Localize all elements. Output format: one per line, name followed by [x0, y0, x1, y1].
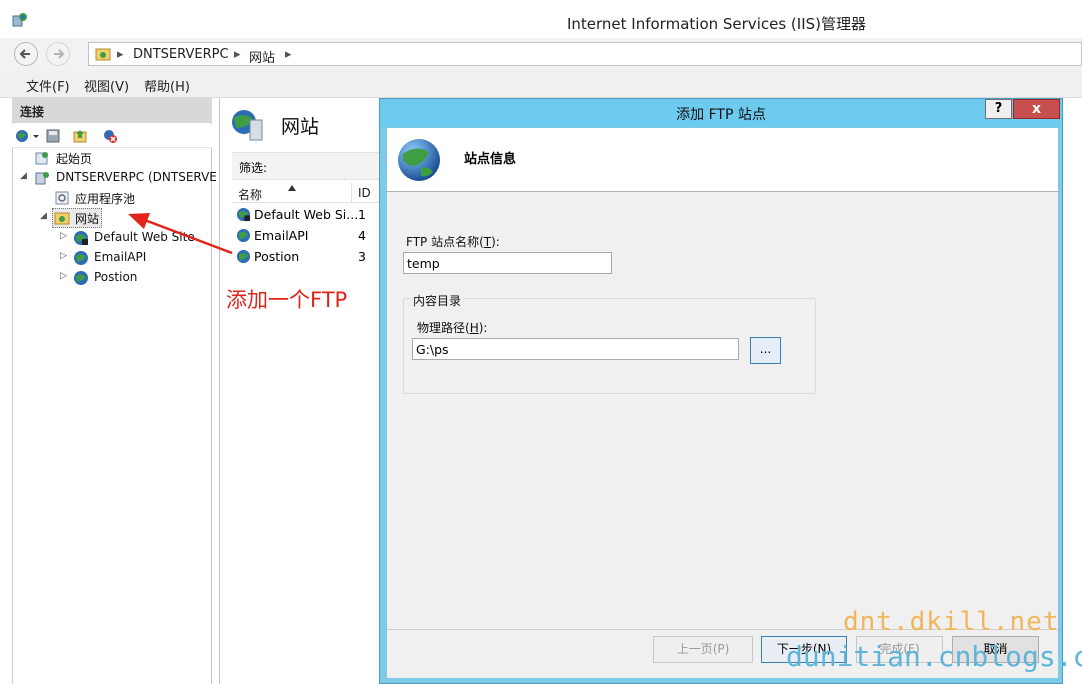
sites-folder-icon	[54, 212, 70, 225]
save-icon[interactable]	[45, 128, 61, 144]
help-button[interactable]: ?	[985, 99, 1012, 119]
connections-header: 连接	[12, 98, 212, 123]
up-level-icon[interactable]	[72, 128, 88, 144]
tree-label: Postion	[94, 270, 138, 284]
expand-icon[interactable]: ▷	[60, 231, 70, 241]
physical-path-label: 物理路径(H):	[417, 321, 488, 335]
dialog-title: 添加 FTP 站点	[676, 107, 766, 123]
dropdown-arrow-icon[interactable]	[32, 128, 40, 144]
website-globe-icon	[74, 231, 88, 245]
menu-file[interactable]: 文件(F)	[26, 76, 70, 95]
row-name: Default Web Si...	[254, 207, 359, 222]
menu-help[interactable]: 帮助(H)	[144, 76, 190, 95]
table-row[interactable]: EmailAPI 4	[232, 225, 382, 246]
server-icon	[35, 172, 49, 185]
row-id: 3	[358, 249, 366, 264]
annotation-text: 添加一个FTP	[226, 288, 348, 312]
row-id: 1	[358, 207, 366, 222]
window-title: Internet Information Services (IIS)管理器	[566, 15, 866, 33]
forward-button[interactable]	[46, 42, 70, 66]
sites-globe-icon	[232, 110, 263, 141]
connections-toolbar	[12, 124, 212, 148]
collapse-icon[interactable]: ◢	[40, 211, 50, 221]
filter-bar[interactable]: 筛选:	[232, 152, 382, 180]
disconnect-icon[interactable]	[102, 128, 118, 144]
column-header-name[interactable]: 名称	[238, 186, 262, 203]
website-globe-icon	[74, 251, 88, 265]
tree-item-server[interactable]: ◢ DNTSERVERPC (DNTSERVE	[18, 168, 217, 188]
close-button[interactable]: x	[1013, 99, 1060, 119]
dialog-header: 站点信息	[387, 128, 1058, 192]
row-id: 4	[358, 228, 366, 243]
website-globe-icon	[74, 271, 88, 285]
column-divider	[351, 183, 352, 203]
annotation-arrow-icon	[128, 213, 233, 255]
back-button[interactable]	[14, 42, 38, 66]
tree-label: DNTSERVERPC (DNTSERVE	[56, 170, 217, 184]
expand-icon[interactable]: ▷	[60, 251, 70, 261]
forward-arrow-icon	[54, 49, 65, 59]
previous-button[interactable]: 上一页(P)	[653, 636, 753, 663]
physical-path-input[interactable]: G:\ps	[412, 338, 739, 360]
sites-title: 网站	[281, 116, 320, 138]
site-name-input[interactable]: temp	[403, 252, 612, 274]
site-name-label: FTP 站点名称(T):	[406, 235, 500, 249]
row-name: Postion	[254, 249, 300, 264]
filter-label: 筛选:	[239, 161, 268, 175]
tree-label: 网站	[75, 212, 100, 226]
browse-button[interactable]: ...	[750, 337, 781, 364]
breadcrumb-server[interactable]: DNTSERVERPC	[133, 47, 229, 62]
watermark-dnt: dnt.dkill.net	[843, 607, 1060, 637]
tree-label: 起始页	[56, 152, 93, 166]
table-row[interactable]: Default Web Si... 1	[232, 204, 382, 225]
watermark-cnblogs: dunitian.cnblogs.com	[786, 640, 1082, 673]
breadcrumb-separator-icon: ▸	[117, 47, 124, 62]
content-directory-label: 内容目录	[411, 292, 464, 309]
connections-title: 连接	[20, 105, 45, 119]
connect-globe-icon[interactable]	[15, 128, 31, 144]
back-arrow-icon	[19, 49, 30, 59]
column-header-id[interactable]: ID	[358, 186, 371, 200]
breadcrumb-separator-icon: ▸	[234, 47, 241, 62]
menu-view[interactable]: 视图(V)	[84, 76, 129, 95]
start-page-icon	[35, 152, 48, 165]
dialog-body	[387, 128, 1058, 678]
address-breadcrumb[interactable]: ▸ DNTSERVERPC ▸ 网站 ▸	[88, 42, 1082, 66]
sites-grid-header: 名称 ID	[232, 183, 382, 203]
breadcrumb-separator-icon: ▸	[285, 47, 292, 62]
window-titlebar: Internet Information Services (IIS)管理器	[0, 0, 1082, 38]
row-name: EmailAPI	[254, 228, 309, 243]
breadcrumb-sites[interactable]: 网站	[249, 47, 275, 66]
collapse-icon[interactable]: ◢	[20, 171, 30, 181]
tree-item-start-page[interactable]: 起始页	[18, 148, 208, 168]
dialog-header-text: 站点信息	[464, 152, 517, 167]
app-pool-icon	[55, 191, 69, 205]
site-folder-icon	[95, 48, 111, 61]
sort-ascending-icon	[288, 185, 296, 191]
globe-icon	[398, 139, 440, 181]
table-row[interactable]: Postion 3	[232, 246, 382, 267]
menu-bar: 文件(F) 视图(V) 帮助(H)	[0, 70, 1082, 98]
expand-icon[interactable]: ▷	[60, 271, 70, 281]
tree-item-site[interactable]: ▷ Postion	[18, 268, 208, 288]
